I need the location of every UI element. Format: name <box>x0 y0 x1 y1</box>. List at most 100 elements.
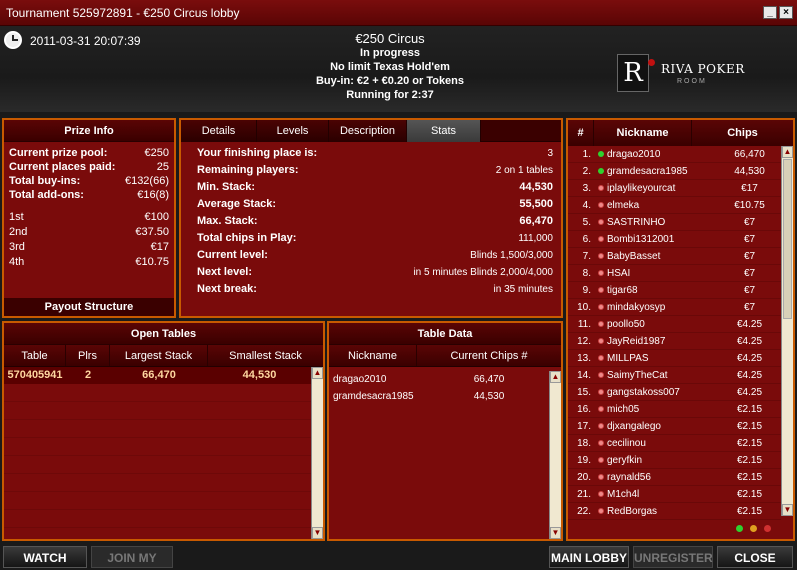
stat-value: 55,500 <box>519 198 553 210</box>
tab-levels[interactable]: Levels <box>257 120 329 142</box>
player-row[interactable]: 3. iplaylikeyourcat €17 <box>568 180 781 197</box>
player-row[interactable]: 1. dragao2010 66,470 <box>568 146 781 163</box>
status-legend <box>732 523 771 535</box>
place-value: €10.75 <box>135 256 169 268</box>
player-row[interactable]: 2. gramdesacra1985 44,530 <box>568 163 781 180</box>
player-nickname: SaimyTheCat <box>607 370 668 381</box>
player-row[interactable]: 21. M1ch4l €2.15 <box>568 486 781 503</box>
tournament-status: In progress <box>360 47 420 59</box>
scroll-down-arrow-icon[interactable]: ▼ <box>550 527 561 539</box>
col-current-chips[interactable]: Current Chips # <box>417 345 561 366</box>
open-tables-scrollbar[interactable]: ▲ ▼ <box>311 367 323 539</box>
player-row[interactable]: 18. cecilinou €2.15 <box>568 435 781 452</box>
open-tables-header: Table Plrs Largest Stack Smallest Stack <box>4 345 323 367</box>
table-data-scrollbar[interactable]: ▲ ▼ <box>549 371 561 539</box>
scroll-thumb[interactable] <box>783 159 792 319</box>
table-data-panel: Table Data Nickname Current Chips # drag… <box>327 321 563 541</box>
place-value: €100 <box>144 211 169 223</box>
player-chips: €17 <box>741 183 758 194</box>
player-row[interactable]: 12. JayReid1987 €4.25 <box>568 333 781 350</box>
player-nickname-cell: gangstakoss007 <box>594 384 718 400</box>
player-row[interactable]: 16. mich05 €2.15 <box>568 401 781 418</box>
player-row[interactable]: 13. MILLPAS €4.25 <box>568 350 781 367</box>
player-row[interactable]: 4. elmeka €10.75 <box>568 197 781 214</box>
unregister-button[interactable]: UNREGISTER <box>633 546 713 568</box>
stat-row: Your finishing place is: 3 <box>181 145 561 162</box>
player-row[interactable]: 17. djxangalego €2.15 <box>568 418 781 435</box>
main-lobby-button[interactable]: MAIN LOBBY <box>549 546 629 568</box>
player-nickname: M1ch4l <box>607 489 640 500</box>
player-chips: €2.15 <box>736 506 763 517</box>
player-row[interactable]: 11. poollo50 €4.25 <box>568 316 781 333</box>
players-list: 1. dragao2010 66,470 2. gramdesacra1985 44,53… <box>568 146 781 520</box>
open-tables-panel: Open Tables Table Plrs Largest Stack Sma… <box>2 321 325 541</box>
tab-stats[interactable]: Stats <box>407 120 481 142</box>
player-row[interactable]: 15. gangstakoss007 €4.25 <box>568 384 781 401</box>
player-row[interactable]: 19. geryfkin €2.15 <box>568 452 781 469</box>
col-largest-stack[interactable]: Largest Stack <box>110 345 208 366</box>
watch-table-button[interactable]: WATCH TABLE <box>3 546 87 568</box>
scroll-up-arrow-icon[interactable]: ▲ <box>782 146 793 158</box>
payout-structure-button[interactable]: Payout Structure <box>4 298 174 316</box>
close-window-button[interactable]: × <box>779 6 793 19</box>
player-rank: 17. <box>577 421 591 432</box>
eliminated-dot-icon <box>598 474 604 481</box>
player-nickname: iplaylikeyourcat <box>607 183 676 194</box>
minimize-button[interactable]: _ <box>763 6 777 19</box>
stat-label: Next break: <box>197 283 257 295</box>
player-row[interactable]: 14. SaimyTheCat €4.25 <box>568 367 781 384</box>
scroll-up-arrow-icon[interactable]: ▲ <box>312 367 323 379</box>
window-titlebar: Tournament 525972891 - €250 Circus lobby… <box>0 0 797 26</box>
scroll-down-arrow-icon[interactable]: ▼ <box>312 527 323 539</box>
player-rank: 14. <box>577 370 591 381</box>
stat-row: Next level: in 5 minutes Blinds 2,000/4,0… <box>181 264 561 281</box>
close-button[interactable]: CLOSE <box>717 546 793 568</box>
stat-row: Next break: in 35 minutes <box>181 281 561 298</box>
player-row[interactable]: 10. mindakyosyp €7 <box>568 299 781 316</box>
player-row[interactable]: 22. RedBorgas €2.15 <box>568 503 781 520</box>
row-chips: 44,530 <box>473 391 505 402</box>
stat-row: Min. Stack: 44,530 <box>181 179 561 196</box>
player-row[interactable]: 20. raynald56 €2.15 <box>568 469 781 486</box>
col-num[interactable]: # <box>568 120 594 146</box>
tournament-name: €250 Circus <box>355 31 425 46</box>
player-rank: 9. <box>582 285 591 296</box>
join-my-table-button[interactable]: JOIN MY TABLE <box>91 546 173 568</box>
player-row[interactable]: 8. HSAI €7 <box>568 265 781 282</box>
scroll-up-arrow-icon[interactable]: ▲ <box>550 371 561 383</box>
stat-value: in 5 minutes Blinds 2,000/4,000 <box>413 267 553 278</box>
player-row[interactable]: 9. tigar68 €7 <box>568 282 781 299</box>
players-scrollbar[interactable]: ▲ ▼ <box>781 146 793 516</box>
tab-details[interactable]: Details <box>181 120 257 142</box>
stat-value: 66,470 <box>519 215 553 227</box>
col-nickname[interactable]: Nickname <box>594 120 692 146</box>
col-smallest-stack[interactable]: Smallest Stack <box>208 345 323 366</box>
player-row[interactable]: 6. Bombi1312001 €7 <box>568 231 781 248</box>
player-row[interactable]: 5. SASTRINHO €7 <box>568 214 781 231</box>
player-chips: €2.15 <box>736 421 763 432</box>
player-rank: 8. <box>582 268 591 279</box>
col-table[interactable]: Table <box>4 345 66 366</box>
player-rank: 15. <box>577 387 591 398</box>
prize-row: Current places paid: 25 <box>9 160 169 174</box>
scroll-down-arrow-icon[interactable]: ▼ <box>782 504 793 516</box>
player-row[interactable]: 7. BabyBasset €7 <box>568 248 781 265</box>
online-dot-icon <box>735 525 743 532</box>
eliminated-dot-icon <box>598 440 604 447</box>
place-label: 2nd <box>9 226 28 238</box>
player-rank: 11. <box>577 319 591 330</box>
tab-description[interactable]: Description <box>329 120 407 142</box>
logo-brand: RIVA POKER <box>661 62 745 76</box>
col-plrs[interactable]: Plrs <box>66 345 110 366</box>
col-chips[interactable]: Chips <box>692 120 793 146</box>
row-nickname: gramdesacra1985 <box>333 391 414 402</box>
open-table-row[interactable]: 570405941 2 66,470 44,530 <box>4 367 311 384</box>
running-time: Running for 2:37 <box>346 89 434 101</box>
player-nickname: tigar68 <box>607 285 638 296</box>
player-rank: 7. <box>582 251 591 262</box>
prize-value: €16(8) <box>137 189 169 201</box>
table-id: 570405941 <box>7 369 63 381</box>
col-nickname[interactable]: Nickname <box>329 345 417 366</box>
stat-value: 2 on 1 tables <box>495 165 553 176</box>
player-rank: 13. <box>577 353 591 364</box>
